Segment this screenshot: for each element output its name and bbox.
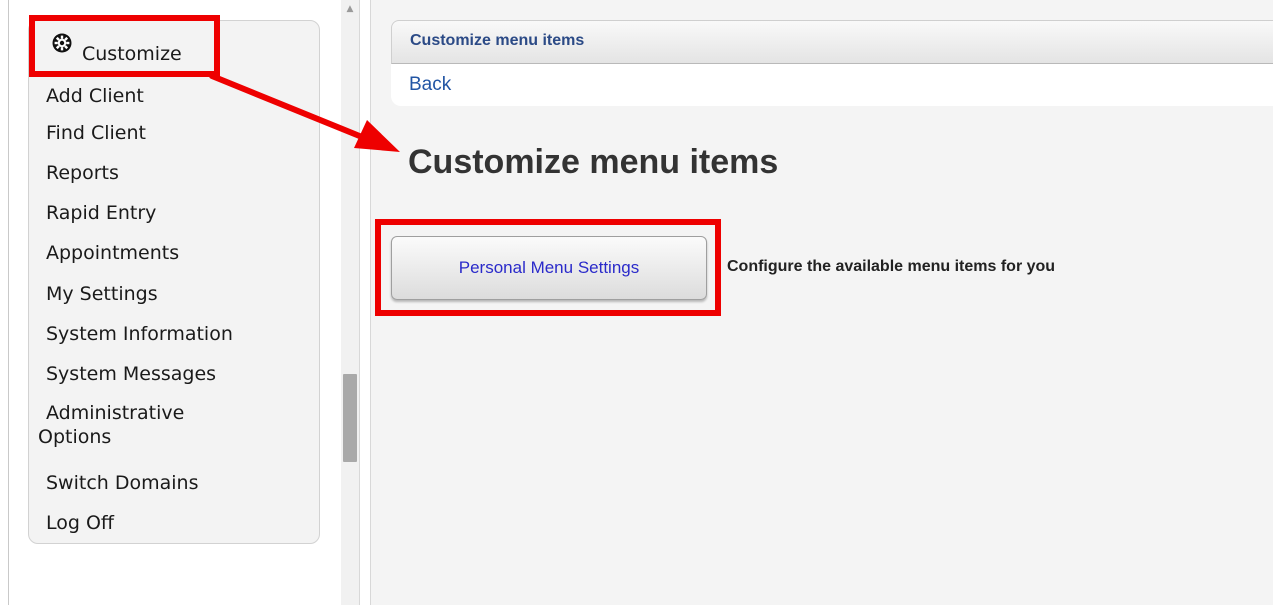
sidebar-item-switch-domains[interactable]: Switch Domains bbox=[46, 471, 198, 495]
pane-divider bbox=[359, 0, 360, 605]
sidebar: Customize Add Client Find Client Reports… bbox=[0, 0, 340, 605]
scrollbar-thumb[interactable] bbox=[343, 374, 357, 462]
main-content: Customize menu items Back Customize menu… bbox=[371, 0, 1273, 605]
section-header-title: Customize menu items bbox=[410, 32, 585, 49]
personal-menu-settings-button[interactable]: Personal Menu Settings bbox=[391, 236, 707, 300]
page-title: Customize menu items bbox=[408, 143, 779, 181]
sidebar-left-border bbox=[8, 0, 9, 605]
sidebar-item-administrative-options[interactable]: Administrative Options bbox=[38, 401, 184, 449]
scroll-up-arrow-icon[interactable]: ▲ bbox=[341, 0, 359, 18]
sidebar-item-appointments[interactable]: Appointments bbox=[46, 241, 179, 265]
back-link[interactable]: Back bbox=[409, 74, 451, 96]
sidebar-item-add-client[interactable]: Add Client bbox=[46, 84, 144, 108]
sidebar-item-log-off[interactable]: Log Off bbox=[46, 511, 114, 535]
sidebar-item-label-line2: Options bbox=[38, 426, 112, 448]
sidebar-item-my-settings[interactable]: My Settings bbox=[46, 282, 158, 306]
sidebar-item-label-line1: Administrative bbox=[46, 402, 185, 424]
sidebar-scrollbar[interactable]: ▲ bbox=[341, 0, 359, 605]
back-bar: Back bbox=[391, 64, 1273, 106]
sidebar-item-reports[interactable]: Reports bbox=[46, 161, 119, 185]
sidebar-item-rapid-entry[interactable]: Rapid Entry bbox=[46, 201, 156, 225]
sidebar-item-find-client[interactable]: Find Client bbox=[46, 121, 146, 145]
section-header-bar: Customize menu items bbox=[391, 20, 1273, 64]
sidebar-item-system-messages[interactable]: System Messages bbox=[46, 362, 216, 386]
personal-menu-settings-label: Personal Menu Settings bbox=[458, 258, 640, 277]
personal-menu-settings-description: Configure the available menu items for y… bbox=[727, 258, 1056, 275]
gear-icon bbox=[52, 33, 72, 53]
sidebar-item-system-information[interactable]: System Information bbox=[46, 322, 233, 346]
sidebar-item-customize[interactable]: Customize bbox=[82, 42, 182, 66]
